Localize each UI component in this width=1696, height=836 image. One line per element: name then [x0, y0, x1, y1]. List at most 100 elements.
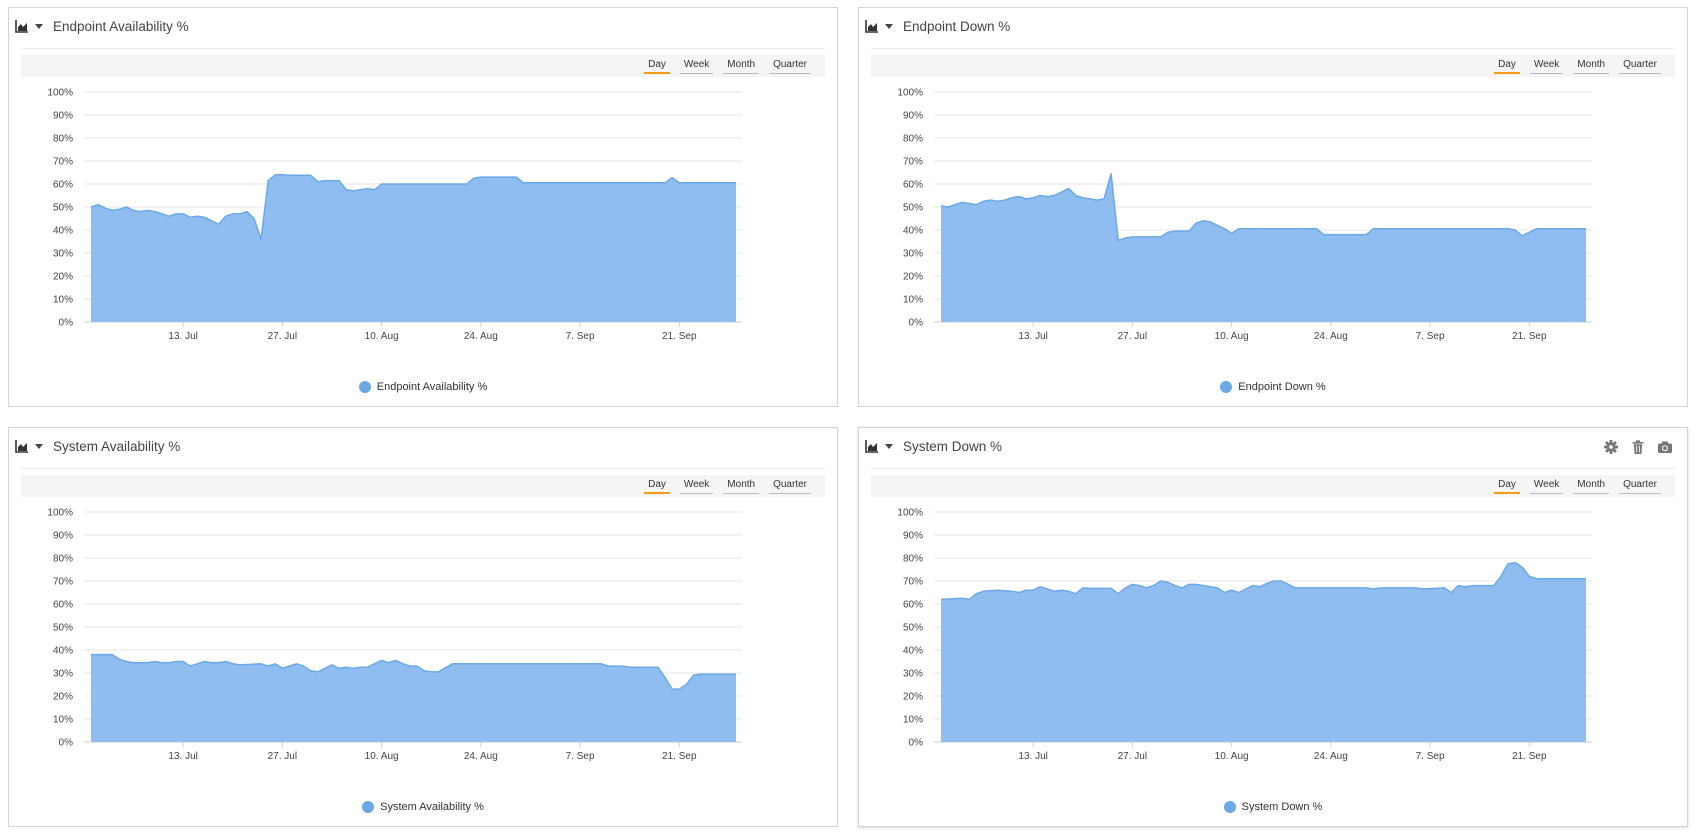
chevron-down-icon[interactable]: [35, 24, 43, 29]
chart-panel: Endpoint Down % Day Week Month Quarter 0…: [858, 7, 1688, 407]
tab-month[interactable]: Month: [1573, 58, 1610, 74]
x-tick-label: 13. Jul: [168, 331, 197, 342]
panel-title: System Down %: [903, 439, 1003, 454]
camera-icon[interactable]: [1657, 439, 1673, 455]
tab-month[interactable]: Month: [723, 478, 760, 494]
tab-day[interactable]: Day: [1494, 58, 1520, 74]
tab-quarter[interactable]: Quarter: [1619, 478, 1661, 494]
y-tick-label: 50%: [903, 203, 923, 214]
chart-panel: System Availability % Day Week Month Qua…: [8, 427, 838, 827]
y-tick-label: 40%: [53, 226, 73, 237]
y-tick-label: 50%: [903, 623, 923, 634]
y-tick-label: 50%: [53, 203, 73, 214]
tab-quarter[interactable]: Quarter: [1619, 58, 1661, 74]
trash-icon[interactable]: [1630, 439, 1646, 455]
series-area: [941, 562, 1586, 742]
chart-panel: Endpoint Availability % Day Week Month Q…: [8, 7, 838, 407]
panel-header: Endpoint Down %: [859, 8, 1687, 48]
x-tick-label: 7. Sep: [566, 751, 595, 762]
chart-plot: 0% 10% 20% 30% 40% 50% 60% 70% 80% 90% 100% 13. Jul…: [897, 508, 1592, 762]
y-tick-label: 20%: [903, 272, 923, 283]
chart-plot: 0% 10% 20% 30% 40% 50% 60% 70% 80% 90% 100% 13. Jul…: [47, 88, 742, 342]
y-tick-label: 90%: [53, 531, 73, 542]
y-tick-label: 30%: [903, 249, 923, 260]
panel-header: System Availability %: [9, 428, 837, 468]
tab-week[interactable]: Week: [679, 478, 714, 494]
y-tick-label: 30%: [53, 669, 73, 680]
tab-day[interactable]: Day: [644, 58, 670, 74]
y-tick-label: 0%: [909, 738, 924, 749]
area-chart-icon[interactable]: [865, 19, 879, 33]
y-tick-label: 80%: [53, 554, 73, 565]
chart-plot: 0% 10% 20% 30% 40% 50% 60% 70% 80% 90% 100% 13. Jul…: [47, 508, 742, 762]
x-tick-label: 27. Jul: [1118, 331, 1147, 342]
tab-month[interactable]: Month: [1573, 478, 1610, 494]
y-tick-label: 80%: [53, 134, 73, 145]
y-tick-label: 70%: [53, 157, 73, 168]
range-toolbar: Day Week Month Quarter: [871, 55, 1675, 77]
tab-week[interactable]: Week: [679, 58, 714, 74]
x-tick-label: 27. Jul: [268, 331, 297, 342]
range-toolbar: Day Week Month Quarter: [21, 55, 825, 77]
tab-quarter[interactable]: Quarter: [769, 58, 811, 74]
chart-legend[interactable]: System Down %: [859, 799, 1687, 815]
y-tick-label: 20%: [903, 692, 923, 703]
series-area: [91, 174, 736, 322]
y-tick-label: 40%: [903, 646, 923, 657]
tab-day[interactable]: Day: [1494, 478, 1520, 494]
chevron-down-icon[interactable]: [35, 444, 43, 449]
y-tick-label: 20%: [53, 692, 73, 703]
gear-icon[interactable]: [1603, 439, 1619, 455]
panel-title: System Availability %: [53, 439, 181, 454]
y-tick-label: 40%: [903, 226, 923, 237]
x-tick-label: 24. Aug: [464, 331, 498, 342]
tab-quarter[interactable]: Quarter: [769, 478, 811, 494]
chevron-down-icon[interactable]: [885, 24, 893, 29]
y-tick-label: 90%: [53, 111, 73, 122]
x-tick-label: 10. Aug: [1215, 751, 1249, 762]
panel-actions: [1603, 439, 1673, 455]
tab-week[interactable]: Week: [1529, 478, 1564, 494]
chart-plot: 0% 10% 20% 30% 40% 50% 60% 70% 80% 90% 100% 13. Jul…: [897, 88, 1592, 342]
range-toolbar: Day Week Month Quarter: [871, 475, 1675, 497]
y-tick-label: 40%: [53, 646, 73, 657]
x-tick-label: 7. Sep: [1416, 331, 1445, 342]
chevron-down-icon[interactable]: [885, 444, 893, 449]
y-tick-label: 80%: [903, 554, 923, 565]
y-tick-label: 0%: [59, 318, 74, 329]
range-tabs: Day Week Month Quarter: [1494, 58, 1661, 74]
y-tick-label: 60%: [903, 600, 923, 611]
tab-week[interactable]: Week: [1529, 58, 1564, 74]
y-tick-label: 100%: [897, 88, 923, 99]
chart-legend[interactable]: Endpoint Availability %: [9, 379, 837, 395]
area-chart-icon[interactable]: [15, 19, 29, 33]
divider: [871, 468, 1675, 469]
y-tick-label: 60%: [53, 180, 73, 191]
tab-day[interactable]: Day: [644, 478, 670, 494]
area-chart-icon[interactable]: [15, 439, 29, 453]
area-chart-icon[interactable]: [865, 439, 879, 453]
y-tick-label: 20%: [53, 272, 73, 283]
legend-marker: [358, 381, 371, 393]
y-tick-label: 10%: [903, 295, 923, 306]
y-tick-label: 60%: [53, 600, 73, 611]
y-tick-label: 10%: [53, 295, 73, 306]
y-tick-label: 90%: [903, 111, 923, 122]
panel-title: Endpoint Down %: [903, 19, 1011, 34]
y-tick-label: 30%: [903, 669, 923, 680]
range-tabs: Day Week Month Quarter: [644, 58, 811, 74]
x-tick-label: 24. Aug: [1314, 751, 1348, 762]
y-tick-label: 70%: [903, 157, 923, 168]
x-tick-label: 13. Jul: [1018, 331, 1047, 342]
panel-title: Endpoint Availability %: [53, 19, 189, 34]
y-tick-label: 0%: [59, 738, 74, 749]
panel-header: Endpoint Availability %: [9, 8, 837, 48]
x-tick-label: 13. Jul: [1018, 751, 1047, 762]
y-tick-label: 10%: [903, 715, 923, 726]
range-tabs: Day Week Month Quarter: [1494, 478, 1661, 494]
chart-legend[interactable]: Endpoint Down %: [859, 379, 1687, 395]
legend-label: Endpoint Down %: [1238, 381, 1326, 393]
tab-month[interactable]: Month: [723, 58, 760, 74]
chart-panel: System Down % Day Week Month Quarter 0% …: [858, 427, 1688, 827]
chart-legend[interactable]: System Availability %: [9, 799, 837, 815]
